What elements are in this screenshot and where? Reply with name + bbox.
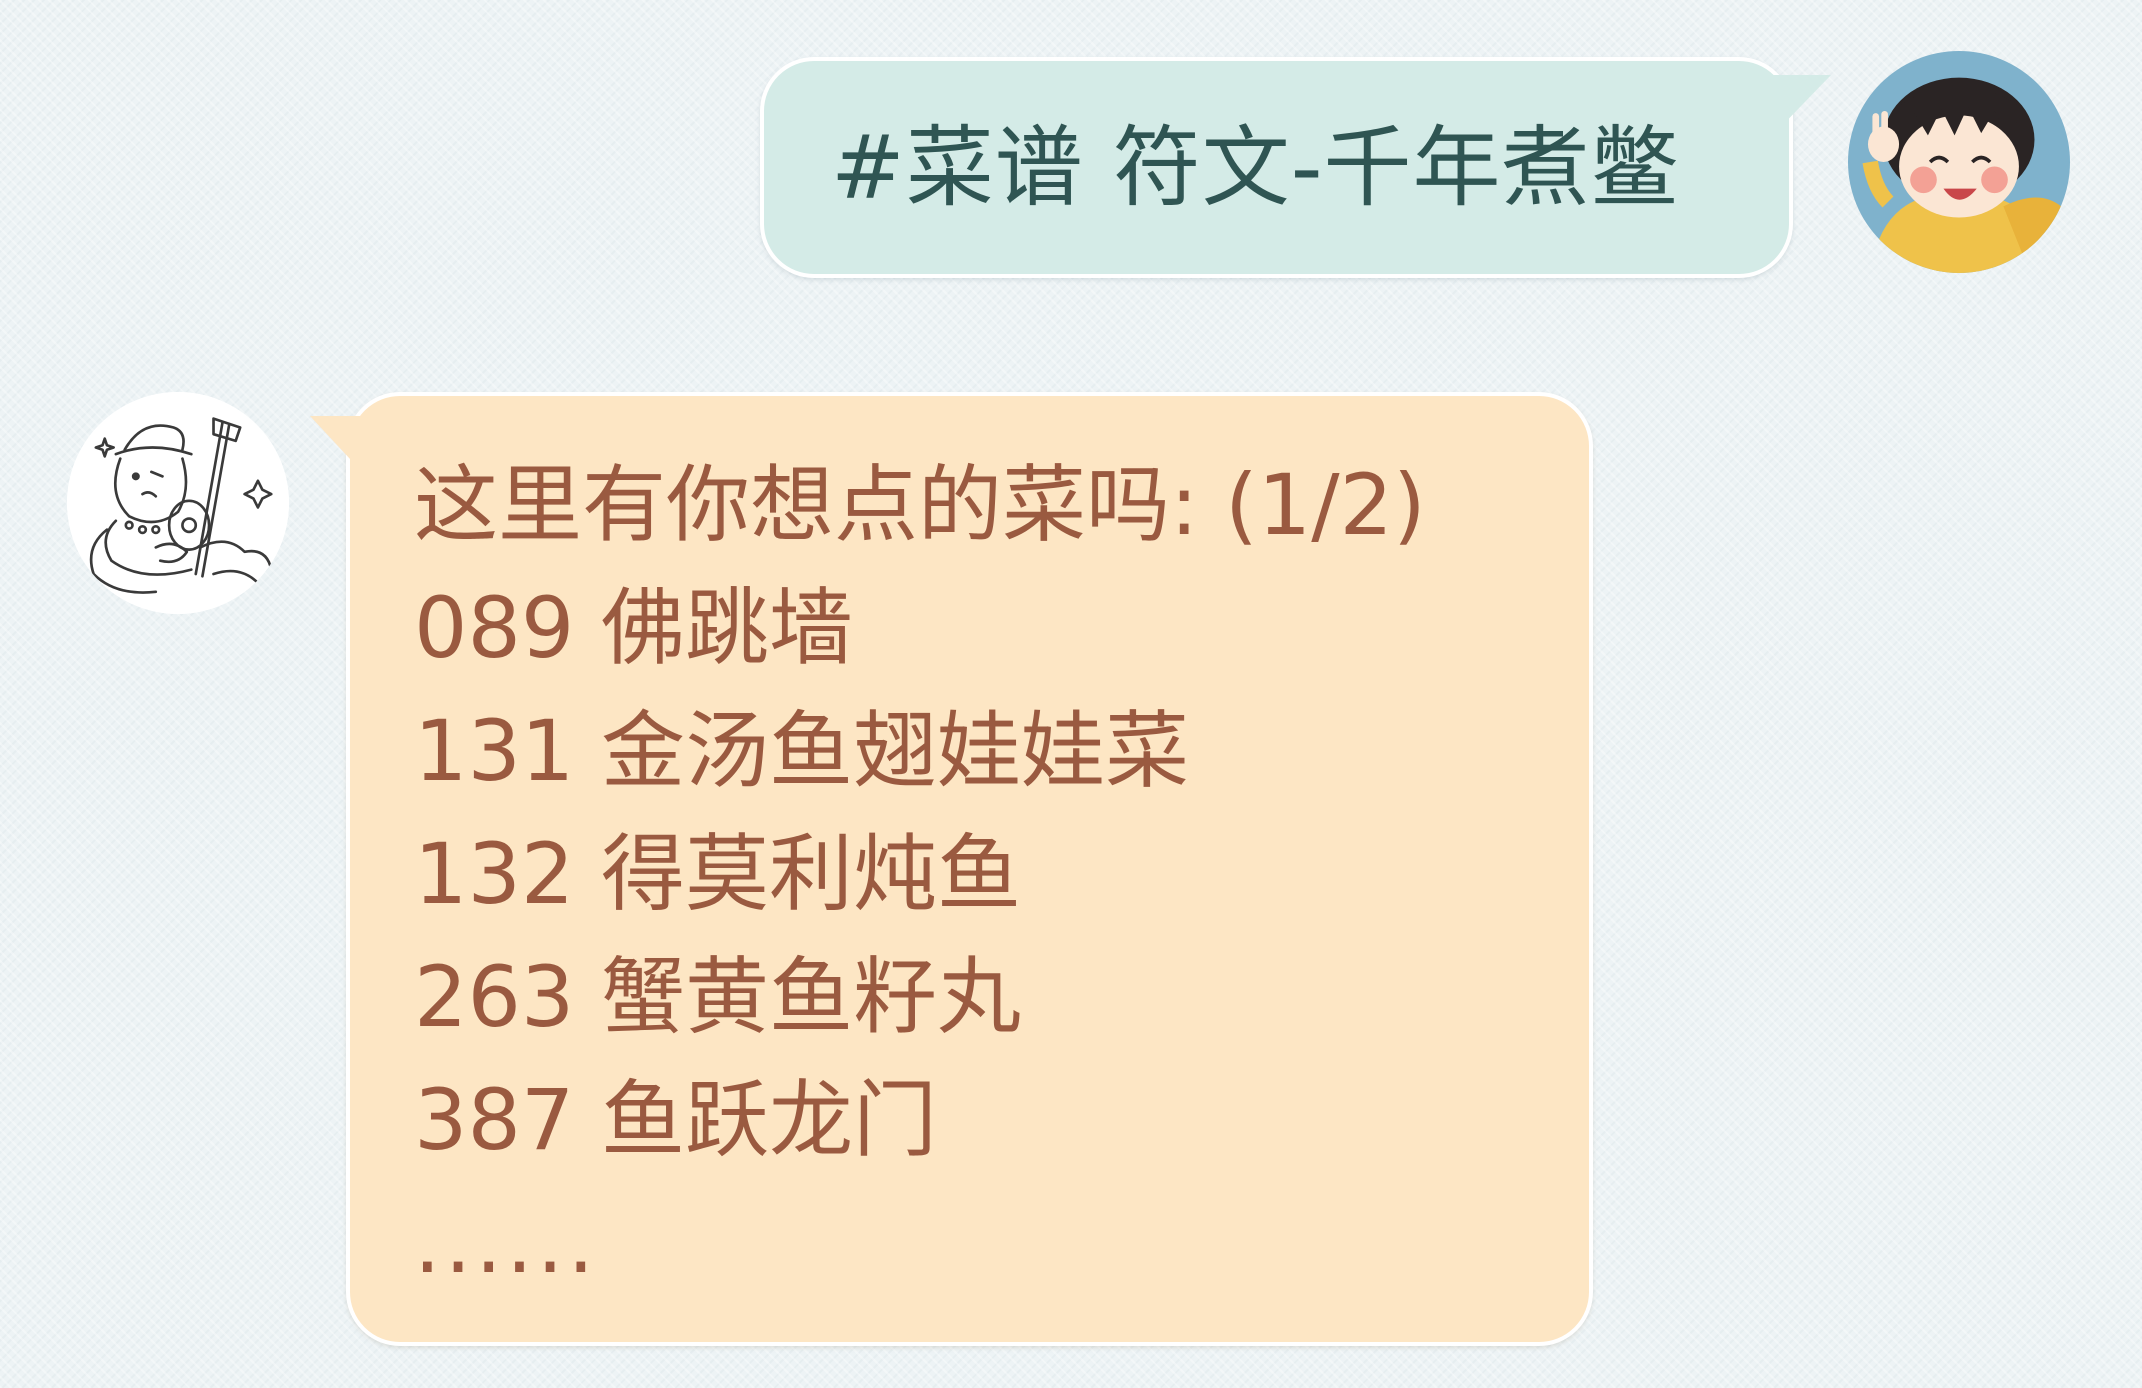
incoming-message-bubble[interactable]: 这里有你想点的菜吗: (1/2) 089 佛跳墙 131 金汤鱼翅娃娃菜 132… xyxy=(310,392,1593,1346)
recipe-item: 263 蟹黄鱼籽丸 xyxy=(414,948,1022,1046)
recipe-item: 132 得莫利炖鱼 xyxy=(414,825,1022,923)
recipe-item: 131 金汤鱼翅娃娃菜 xyxy=(414,702,1190,800)
cartoon-girl-avatar[interactable] xyxy=(1848,51,2070,273)
outgoing-message-bubble[interactable]: #菜谱 符文-千年煮鳖 xyxy=(760,57,1831,278)
bubble-tail xyxy=(1773,75,1831,135)
outgoing-message-text: #菜谱 符文-千年煮鳖 xyxy=(831,115,1680,219)
sketch-character-with-instrument-icon xyxy=(67,392,289,614)
sketch-character-avatar[interactable] xyxy=(67,392,289,614)
message-line-header: 这里有你想点的菜吗: (1/2) xyxy=(414,456,1426,554)
recipe-item: 089 佛跳墙 xyxy=(414,579,854,677)
recipe-item: 387 鱼跃龙门 xyxy=(414,1071,938,1169)
cartoon-girl-icon xyxy=(1848,51,2070,273)
more-indicator: ...... xyxy=(414,1194,599,1292)
bubble-tail xyxy=(310,416,364,474)
